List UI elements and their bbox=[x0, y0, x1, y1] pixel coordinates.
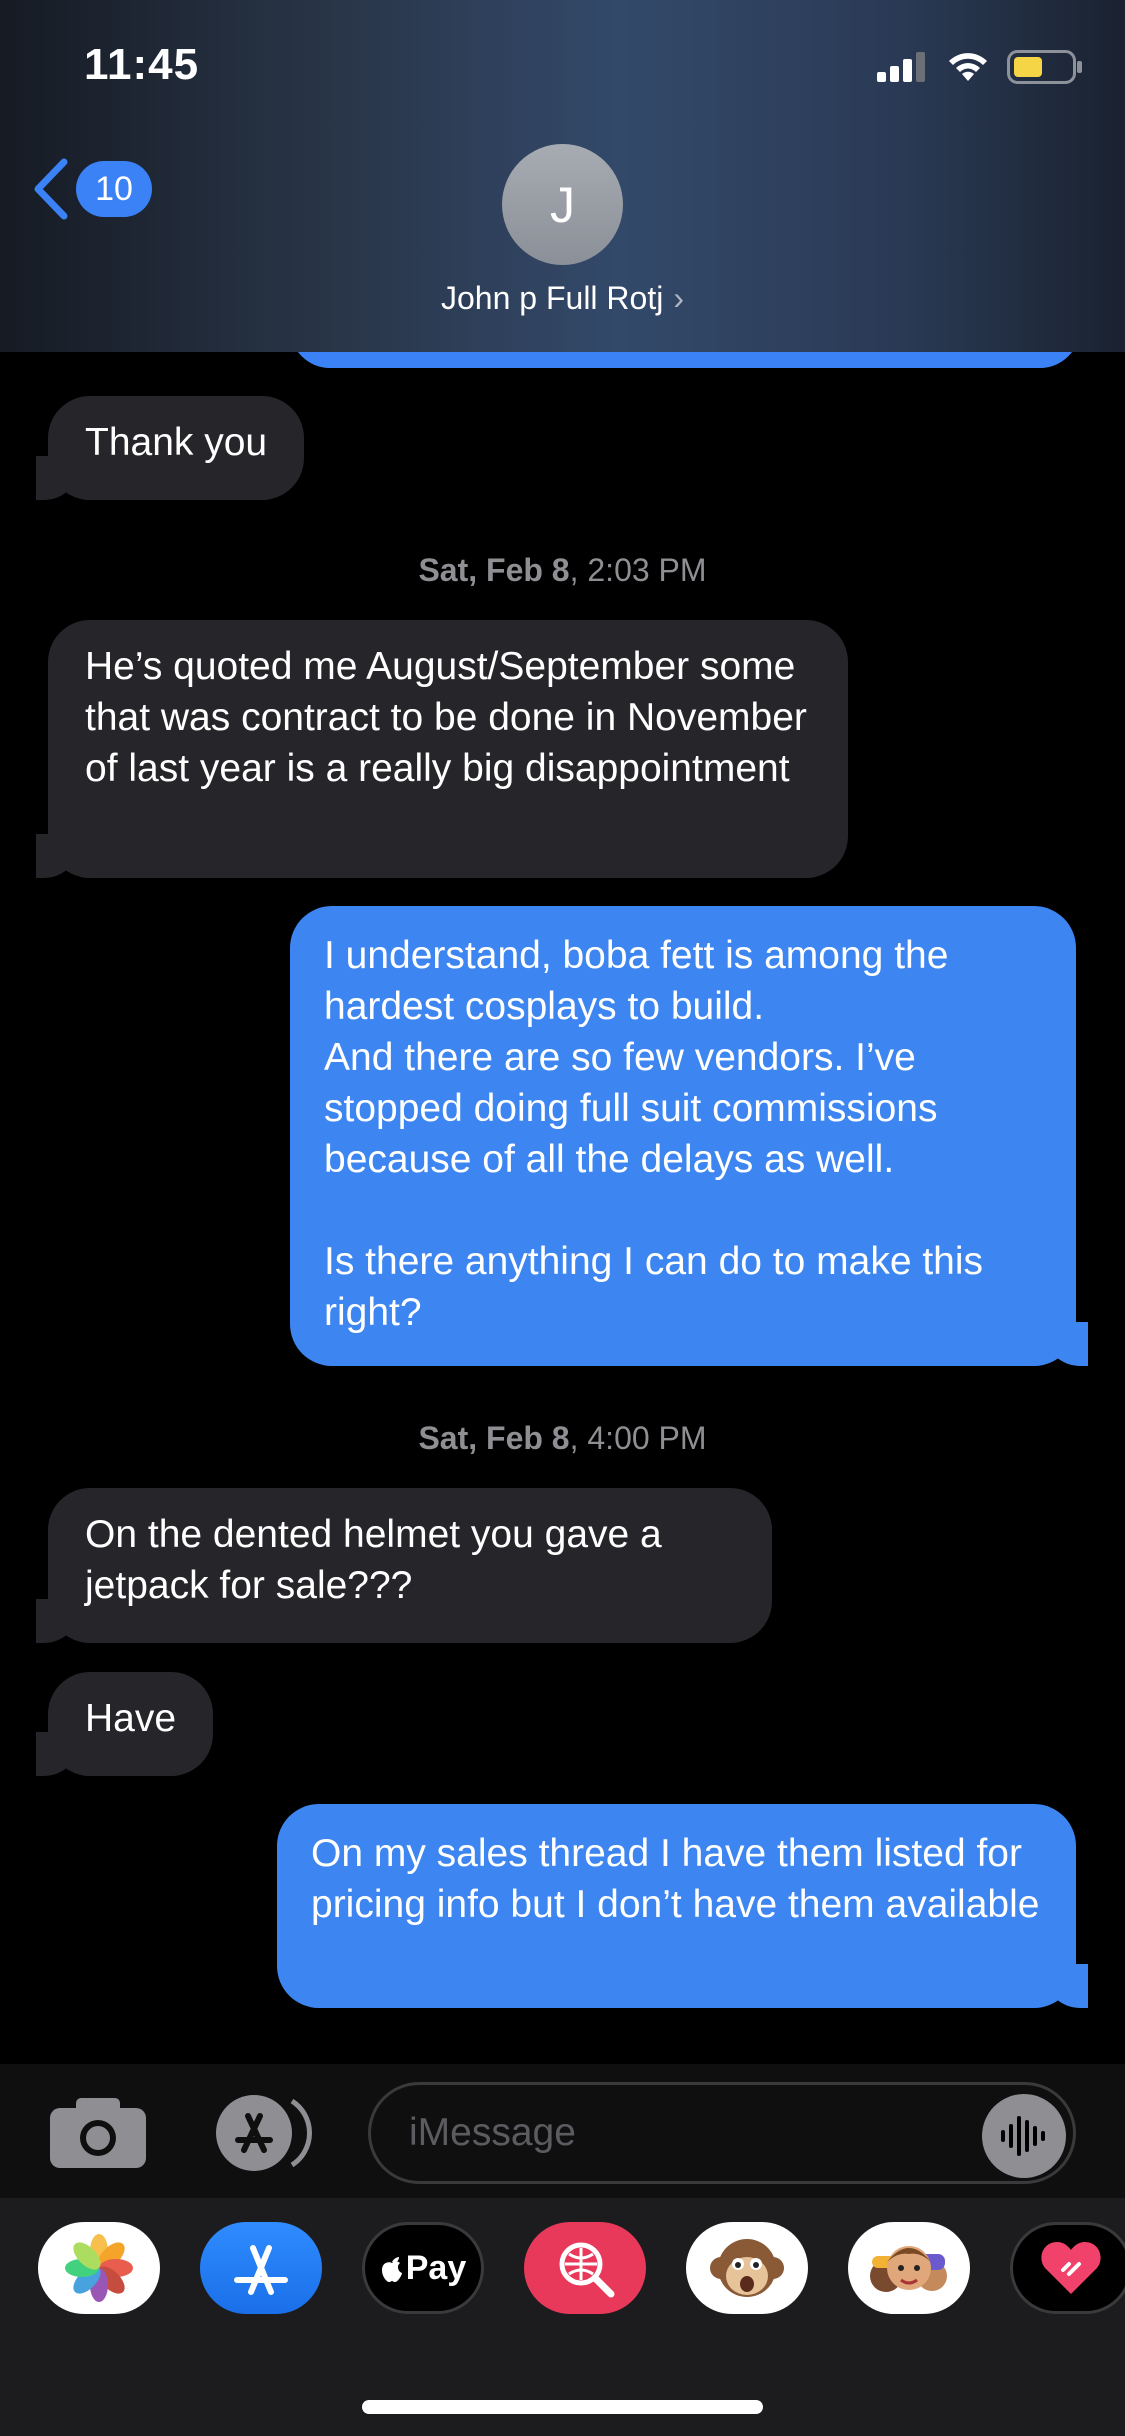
app-store-icon bbox=[216, 2095, 312, 2171]
animoji-app-button[interactable] bbox=[686, 2222, 808, 2314]
monkey-memoji-icon bbox=[710, 2239, 784, 2297]
app-store-icon bbox=[234, 2245, 288, 2295]
image-search-icon bbox=[559, 2242, 615, 2298]
timestamp-day: Sat, Feb 8 bbox=[418, 1420, 570, 1456]
message-composer bbox=[0, 2064, 1125, 2198]
timestamp-time: , 4:00 PM bbox=[569, 1420, 707, 1456]
home-indicator[interactable] bbox=[362, 2400, 763, 2414]
apple-logo-icon bbox=[381, 2257, 402, 2282]
chevron-right-icon: › bbox=[673, 280, 684, 316]
sent-message[interactable]: On my sales thread I have them listed fo… bbox=[277, 1804, 1088, 2008]
timestamp-time: , 2:03 PM bbox=[569, 552, 707, 588]
camera-icon bbox=[50, 2098, 146, 2168]
conversation-header: 11:45 10 J John p Full Rotj › bbox=[0, 0, 1125, 352]
wifi-icon bbox=[949, 53, 987, 81]
battery-icon bbox=[1007, 50, 1082, 84]
photos-app-button[interactable] bbox=[38, 2222, 160, 2314]
contact-avatar[interactable]: J bbox=[502, 144, 623, 265]
audio-message-button[interactable] bbox=[982, 2094, 1066, 2178]
status-icons bbox=[877, 50, 1083, 84]
received-message[interactable]: He’s quoted me August/September some tha… bbox=[36, 620, 848, 878]
memoji-app-button[interactable] bbox=[848, 2222, 970, 2314]
contact-name-button[interactable]: John p Full Rotj › bbox=[0, 280, 1125, 317]
waveform-icon bbox=[1001, 2116, 1045, 2156]
sent-message[interactable]: I understand, boba fett is among the har… bbox=[290, 906, 1088, 1366]
apple-pay-label: Pay bbox=[405, 2248, 467, 2287]
received-message[interactable]: On the dented helmet you gave a jetpack … bbox=[36, 1488, 772, 1643]
digital-touch-app-button[interactable] bbox=[1010, 2222, 1125, 2314]
memoji-icon bbox=[870, 2246, 947, 2292]
camera-button[interactable] bbox=[50, 2098, 146, 2173]
cellular-signal-icon bbox=[877, 52, 925, 82]
timestamp: Sat, Feb 8, 2:03 PM bbox=[0, 552, 1125, 589]
timestamp-day: Sat, Feb 8 bbox=[418, 552, 570, 588]
digital-touch-icon bbox=[1041, 2242, 1101, 2294]
app-store-button[interactable] bbox=[210, 2094, 320, 2177]
photos-icon bbox=[65, 2234, 133, 2302]
chevron-left-icon bbox=[34, 158, 68, 220]
contact-name: John p Full Rotj bbox=[441, 280, 664, 316]
back-button[interactable]: 10 bbox=[30, 158, 152, 220]
received-message[interactable]: Thank you bbox=[35, 396, 305, 500]
app-store-app-button[interactable] bbox=[200, 2222, 322, 2314]
apple-pay-app-button[interactable]: Pay bbox=[362, 2222, 484, 2314]
imessage-input[interactable] bbox=[368, 2082, 1076, 2184]
timestamp: Sat, Feb 8, 4:00 PM bbox=[0, 1420, 1125, 1457]
received-message[interactable]: Have bbox=[35, 1672, 214, 1776]
status-time: 11:45 bbox=[84, 40, 200, 89]
image-search-app-button[interactable] bbox=[524, 2222, 646, 2314]
unread-count-badge: 10 bbox=[76, 161, 152, 217]
